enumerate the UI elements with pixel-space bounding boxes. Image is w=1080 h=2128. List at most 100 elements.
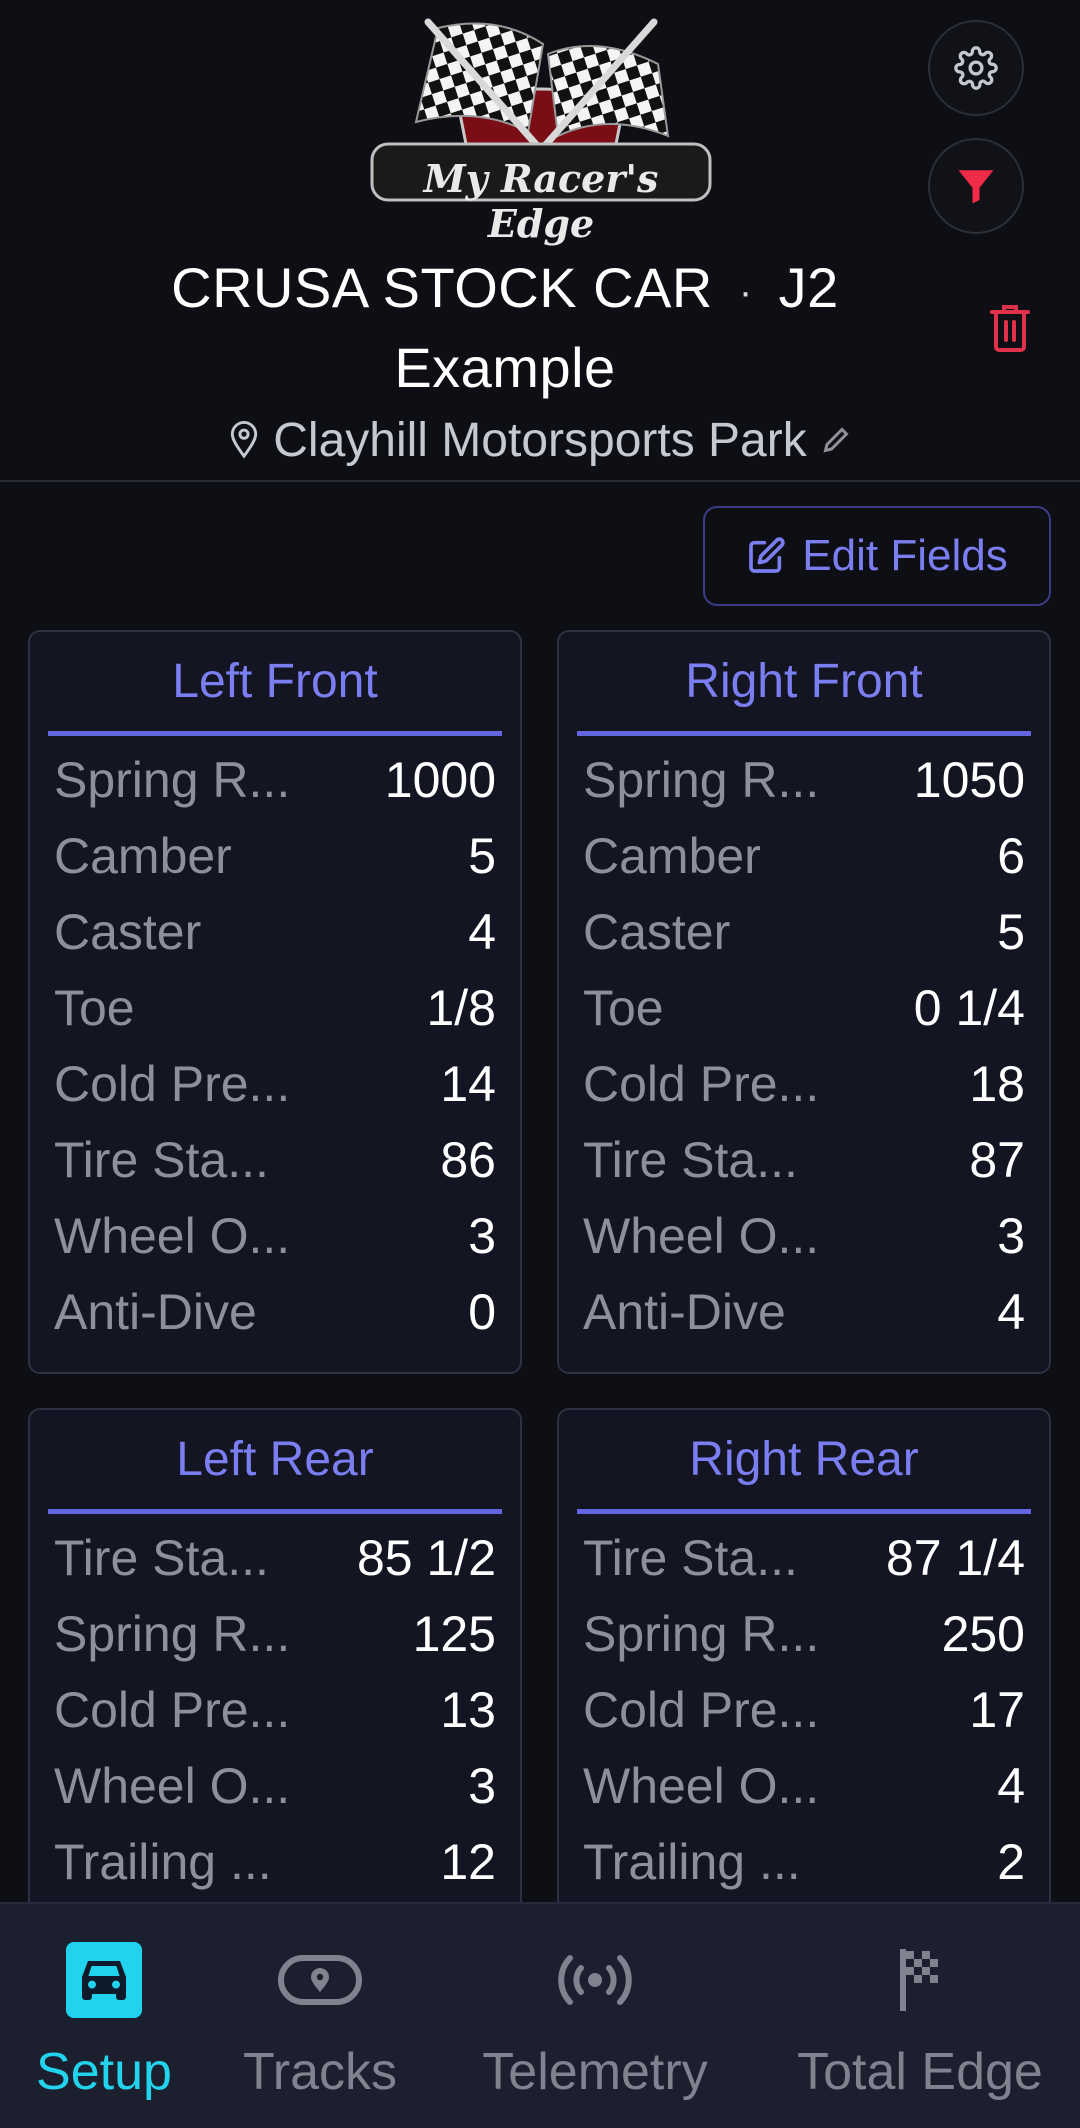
setup-field-row[interactable]: Cold Pre... 17 (559, 1672, 1049, 1748)
field-label: Trailing ... (583, 1834, 801, 1890)
setup-field-row[interactable]: Wheel O... 4 (559, 1748, 1049, 1824)
field-label: Tire Sta... (583, 1530, 798, 1586)
setup-field-row[interactable]: Wheel O... 3 (30, 1748, 520, 1824)
field-value: 4 (997, 1284, 1025, 1340)
card-rows: Spring R... 1000 Camber 5 Caster 4 Toe 1/8 Cold … (30, 736, 520, 1350)
page-title: CRUSA STOCK CAR · J2 Example (100, 250, 910, 406)
field-label: Wheel O... (54, 1758, 291, 1814)
setup-field-row[interactable]: Wheel O... 3 (559, 1198, 1049, 1274)
nav-label: Telemetry (482, 2043, 708, 2101)
field-value: 86 (440, 1132, 496, 1188)
car-class: CRUSA STOCK CAR (171, 256, 713, 319)
field-label: Tire Sta... (583, 1132, 798, 1188)
settings-button[interactable] (928, 20, 1024, 116)
setup-field-row[interactable]: Trailing ... 2 (559, 1824, 1049, 1900)
pencil-icon[interactable] (821, 425, 851, 455)
field-label: Cold Pre... (54, 1056, 291, 1112)
field-label: Spring R... (583, 1606, 820, 1662)
field-value: 125 (412, 1606, 496, 1662)
field-label: Camber (54, 828, 232, 884)
delete-button[interactable] (988, 302, 1032, 354)
nav-total-edge[interactable]: Total Edge (775, 1904, 1065, 2128)
field-value: 87 (969, 1132, 1025, 1188)
setup-field-row[interactable]: Spring R... 125 (30, 1596, 520, 1672)
track-icon (278, 1955, 362, 2005)
setup-field-row[interactable]: Caster 5 (559, 894, 1049, 970)
field-value: 0 1/4 (913, 980, 1025, 1036)
field-value: 1000 (384, 752, 496, 808)
setup-field-row[interactable]: Spring R... 1000 (30, 742, 520, 818)
field-value: 250 (941, 1606, 1025, 1662)
filter-button[interactable] (928, 138, 1024, 234)
nav-label: Setup (36, 2043, 172, 2101)
field-value: 13 (440, 1682, 496, 1738)
nav-tracks[interactable]: Tracks (230, 1904, 410, 2128)
field-label: Caster (54, 904, 202, 960)
gear-icon (954, 46, 998, 90)
left-rear-card: Left Rear Tire Sta... 85 1/2 Spring R... 12… (28, 1408, 522, 1928)
field-value: 87 1/4 (885, 1530, 1025, 1586)
field-value: 3 (468, 1208, 496, 1264)
setup-field-row[interactable]: Trailing ... 12 (30, 1824, 520, 1900)
field-label: Toe (583, 980, 664, 1036)
field-label: Cold Pre... (54, 1682, 291, 1738)
nav-telemetry[interactable]: Telemetry (460, 1904, 730, 2128)
setup-field-row[interactable]: Spring R... 250 (559, 1596, 1049, 1672)
field-label: Anti-Dive (54, 1284, 257, 1340)
setup-field-row[interactable]: Tire Sta... 85 1/2 (30, 1520, 520, 1596)
field-value: 0 (468, 1284, 496, 1340)
edit-fields-button[interactable]: Edit Fields (703, 506, 1051, 606)
logo-text: My Racer's Edge (423, 156, 659, 246)
field-value: 17 (969, 1682, 1025, 1738)
field-label: Tire Sta... (54, 1530, 269, 1586)
setup-field-row[interactable]: Tire Sta... 87 (559, 1122, 1049, 1198)
field-label: Toe (54, 980, 135, 1036)
card-rows: Spring R... 1050 Camber 6 Caster 5 Toe 0 1/4 Col… (559, 736, 1049, 1350)
field-value: 4 (468, 904, 496, 960)
setup-field-row[interactable]: Tire Sta... 87 1/4 (559, 1520, 1049, 1596)
card-title: Left Front (48, 632, 502, 736)
setup-field-row[interactable]: Anti-Dive 0 (30, 1274, 520, 1350)
field-label: Wheel O... (583, 1208, 820, 1264)
setup-field-row[interactable]: Anti-Dive 4 (559, 1274, 1049, 1350)
card-title: Right Front (577, 632, 1031, 736)
field-value: 12 (440, 1834, 496, 1890)
header-divider (0, 480, 1080, 482)
nav-setup[interactable]: Setup (20, 1904, 188, 2128)
filter-icon (958, 170, 994, 204)
bottom-nav: Setup Tracks Telemetry Total Edge (0, 1902, 1080, 2128)
field-label: Trailing ... (54, 1834, 272, 1890)
title-separator: · (738, 270, 753, 315)
track-location[interactable]: Clayhill Motorsports Park (0, 410, 1080, 470)
field-label: Tire Sta... (54, 1132, 269, 1188)
card-title: Right Rear (577, 1410, 1031, 1514)
setup-field-row[interactable]: Wheel O... 3 (30, 1198, 520, 1274)
field-label: Caster (583, 904, 731, 960)
setup-field-row[interactable]: Camber 6 (559, 818, 1049, 894)
left-front-card: Left Front Spring R... 1000 Camber 5 Caster 4… (28, 630, 522, 1374)
field-label: Anti-Dive (583, 1284, 786, 1340)
field-label: Spring R... (54, 752, 291, 808)
field-value: 4 (997, 1758, 1025, 1814)
setup-field-row[interactable]: Spring R... 1050 (559, 742, 1049, 818)
setup-field-row[interactable]: Toe 1/8 (30, 970, 520, 1046)
map-pin-icon (231, 421, 258, 459)
setup-field-row[interactable]: Camber 5 (30, 818, 520, 894)
edit-fields-label: Edit Fields (802, 531, 1008, 580)
setup-field-row[interactable]: Caster 4 (30, 894, 520, 970)
app-logo: My Racer's Edge (368, 14, 714, 246)
setup-field-row[interactable]: Tire Sta... 86 (30, 1122, 520, 1198)
field-value: 3 (997, 1208, 1025, 1264)
field-value: 6 (997, 828, 1025, 884)
setup-field-row[interactable]: Toe 0 1/4 (559, 970, 1049, 1046)
field-value: 3 (468, 1758, 496, 1814)
nav-label: Total Edge (797, 2043, 1043, 2101)
field-label: Camber (583, 828, 761, 884)
setup-field-row[interactable]: Cold Pre... 14 (30, 1046, 520, 1122)
card-rows: Tire Sta... 85 1/2 Spring R... 125 Cold Pre.… (30, 1514, 520, 1900)
setup-field-row[interactable]: Cold Pre... 18 (559, 1046, 1049, 1122)
field-value: 18 (969, 1056, 1025, 1112)
setup-field-row[interactable]: Cold Pre... 13 (30, 1672, 520, 1748)
field-label: Spring R... (54, 1606, 291, 1662)
card-title: Left Rear (48, 1410, 502, 1514)
